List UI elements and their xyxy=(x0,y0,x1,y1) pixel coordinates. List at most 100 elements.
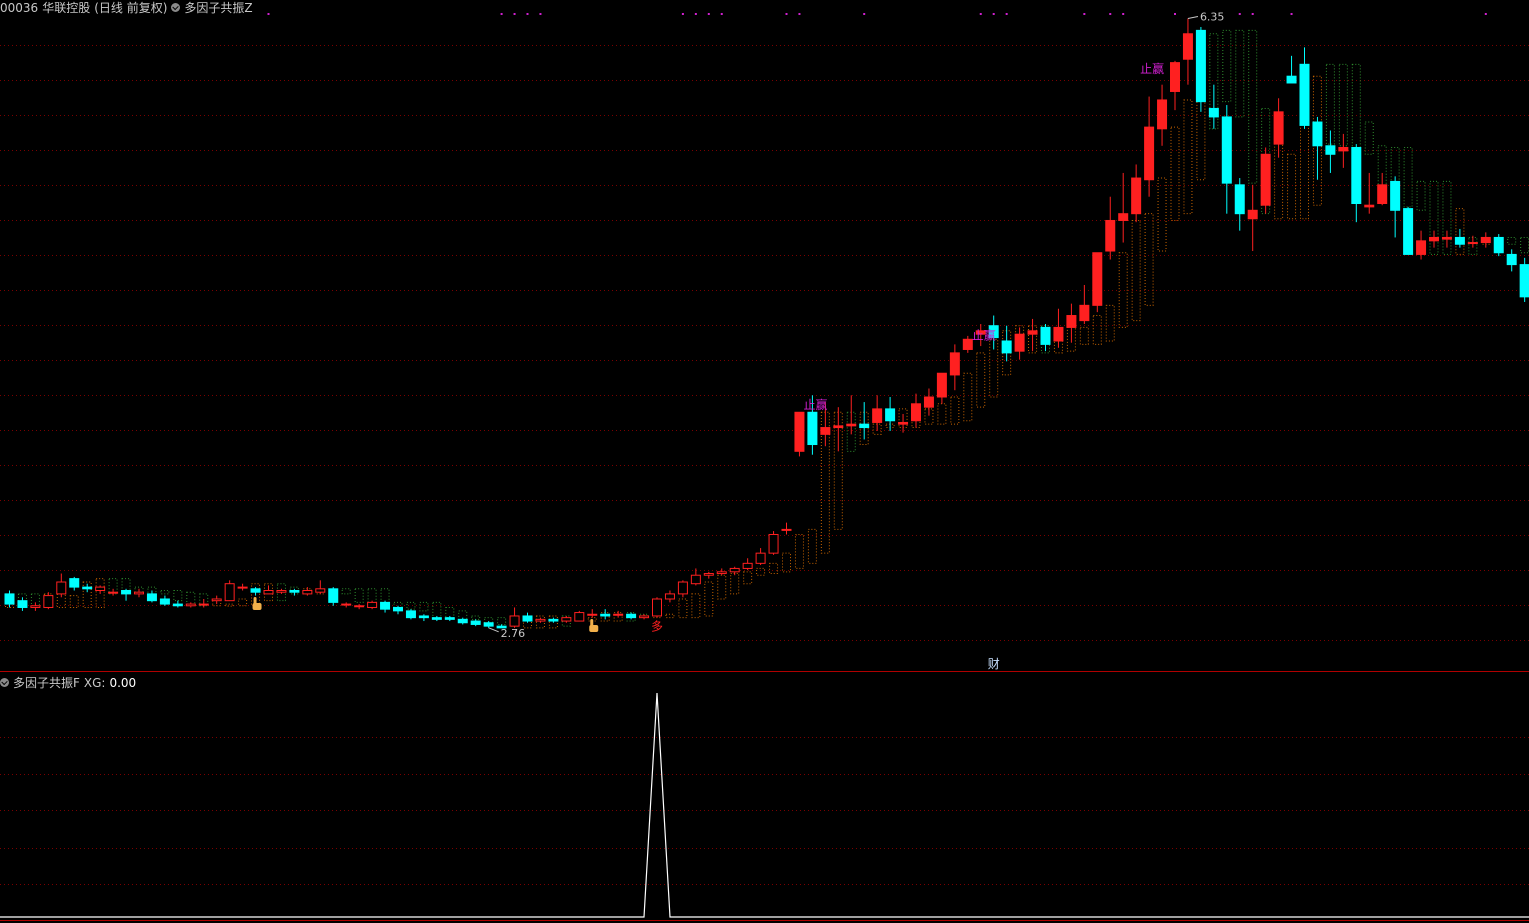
channel-box xyxy=(69,595,79,608)
candle xyxy=(664,590,675,603)
candle xyxy=(185,602,196,608)
candle-body xyxy=(755,552,766,564)
candle-body xyxy=(69,578,80,588)
channel-box xyxy=(1248,29,1258,184)
candle xyxy=(457,617,468,625)
channel-box xyxy=(1170,126,1180,221)
candle-body xyxy=(535,618,546,622)
candle-body xyxy=(1182,33,1193,60)
candle-body xyxy=(380,601,391,610)
candle-body xyxy=(224,583,235,602)
candle xyxy=(1273,98,1284,158)
candle-body xyxy=(522,615,533,622)
candle xyxy=(17,597,28,611)
candle-body xyxy=(600,613,611,617)
high-arrow xyxy=(1187,15,1199,19)
candle-body xyxy=(1286,75,1297,84)
candle-body xyxy=(561,617,572,622)
sub-indicator-menu-icon[interactable] xyxy=(0,678,9,687)
candle-body xyxy=(4,593,15,605)
channel-box xyxy=(963,372,973,422)
candle xyxy=(121,588,132,601)
candle xyxy=(172,600,183,608)
channel-box xyxy=(1131,219,1141,322)
channel-box xyxy=(432,601,442,619)
candle xyxy=(535,617,546,623)
candle-body xyxy=(1351,146,1362,205)
main-chart-panel[interactable]: 00036 华联控股 (日线 前复权) 多因子共振Z 6.35 2.76 止赢 止赢止… xyxy=(0,0,1529,672)
candle xyxy=(1351,144,1362,223)
candle xyxy=(716,568,727,576)
candle-body xyxy=(1234,184,1245,215)
top-mark xyxy=(992,13,995,15)
candle-body xyxy=(1027,330,1038,335)
top-mark xyxy=(694,13,697,15)
hand-pointer-icon xyxy=(252,596,262,610)
candle xyxy=(1390,176,1401,238)
candle-body xyxy=(1493,236,1504,254)
sub-chart-panel[interactable]: 多因子共振F XG: 0.00 xyxy=(0,673,1529,923)
candle xyxy=(1234,178,1245,231)
candle-body xyxy=(1195,29,1206,103)
candle xyxy=(393,605,403,615)
main-indicator-name[interactable]: 多因子共振Z xyxy=(184,0,252,16)
candle-body xyxy=(328,588,339,603)
candle-body xyxy=(483,622,494,627)
candle xyxy=(4,590,15,608)
period-label: (日线 前复权) xyxy=(94,1,168,15)
candle-body xyxy=(431,617,442,620)
candle xyxy=(367,600,378,610)
candle xyxy=(1066,303,1077,343)
candle xyxy=(1247,184,1258,252)
top-mark xyxy=(1083,13,1086,15)
candlestick-chart[interactable]: 6.352.76止赢止赢止赢多财 xyxy=(0,0,1529,672)
candle-body xyxy=(587,613,598,616)
xg-signal-line xyxy=(0,692,1529,918)
candle-body xyxy=(159,598,170,605)
candle-body xyxy=(807,411,818,446)
candle-body xyxy=(1441,236,1452,240)
top-mark xyxy=(1005,13,1008,15)
candle xyxy=(677,580,688,598)
channel-box xyxy=(1105,304,1115,342)
stop-profit-label: 止赢 xyxy=(1140,61,1164,76)
candle-body xyxy=(185,603,196,607)
candle-body xyxy=(172,603,183,607)
candle-body xyxy=(639,615,650,619)
indicator-menu-icon[interactable] xyxy=(171,3,181,12)
channel-box xyxy=(937,403,947,425)
finance-marker: 财 xyxy=(988,657,1000,671)
low-arrow xyxy=(488,627,499,633)
candle-body xyxy=(1105,219,1116,252)
candle-body xyxy=(833,425,844,429)
candle xyxy=(69,576,80,591)
candle xyxy=(587,609,598,618)
candle xyxy=(211,595,222,605)
top-mark xyxy=(1251,13,1254,15)
candle xyxy=(885,397,896,431)
candle-body xyxy=(367,601,378,608)
candle xyxy=(1182,18,1193,85)
candle-body xyxy=(1273,111,1284,145)
candle xyxy=(1480,232,1491,248)
candle-body xyxy=(872,408,883,423)
channel-box xyxy=(743,571,753,585)
candle xyxy=(1105,196,1116,260)
candle xyxy=(1506,249,1517,272)
candle xyxy=(548,617,559,623)
signal-chart[interactable] xyxy=(0,673,1529,923)
channel-box xyxy=(730,573,740,595)
candle xyxy=(1260,147,1271,214)
candle-body xyxy=(444,617,455,620)
channel-box xyxy=(186,591,196,605)
channel-box xyxy=(1222,29,1232,103)
candle-body xyxy=(1506,253,1517,266)
candle xyxy=(859,402,870,440)
candle-body xyxy=(1377,184,1388,205)
candle xyxy=(237,583,248,591)
sub-indicator-name[interactable]: 多因子共振F xyxy=(13,674,80,691)
top-mark xyxy=(1122,13,1125,15)
candle xyxy=(444,615,455,622)
candle xyxy=(794,411,805,457)
candle xyxy=(1208,84,1219,129)
